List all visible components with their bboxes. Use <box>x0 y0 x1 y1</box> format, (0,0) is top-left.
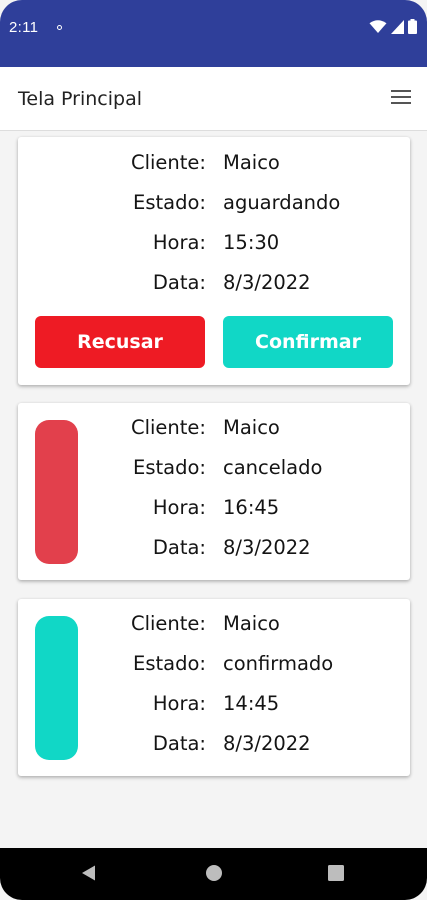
hora-value: 16:45 <box>223 496 280 519</box>
page-title: Tela Principal <box>18 88 142 110</box>
app-bar: Tela Principal <box>0 67 427 131</box>
hora-label: Hora: <box>152 496 206 519</box>
data-value: 8/3/2022 <box>223 271 311 294</box>
hora-row: Hora: 14:45 <box>18 692 410 722</box>
cliente-value: Maico <box>223 151 280 174</box>
hora-label: Hora: <box>152 231 206 254</box>
data-value: 8/3/2022 <box>223 536 311 559</box>
hora-value: 14:45 <box>223 692 280 715</box>
hora-label: Hora: <box>152 692 206 715</box>
wifi-icon <box>369 19 387 33</box>
hamburger-menu-icon[interactable] <box>391 89 411 105</box>
refuse-button[interactable]: Recusar <box>35 316 205 368</box>
cliente-label: Cliente: <box>130 416 206 439</box>
confirm-button[interactable]: Confirmar <box>223 316 393 368</box>
estado-row: Estado: confirmado <box>18 652 410 682</box>
estado-label: Estado: <box>133 191 206 214</box>
status-bar: 2:11 <box>0 0 427 67</box>
cliente-value: Maico <box>223 416 280 439</box>
cellular-signal-icon <box>391 19 404 34</box>
data-value: 8/3/2022 <box>223 732 311 755</box>
status-icons <box>369 19 417 34</box>
estado-row: Estado: aguardando <box>18 191 410 221</box>
navigation-bar <box>0 848 427 900</box>
hora-row: Hora: 15:30 <box>18 231 410 261</box>
hora-row: Hora: 16:45 <box>18 496 410 526</box>
cliente-row: Cliente: Maico <box>18 151 410 181</box>
data-row: Data: 8/3/2022 <box>18 271 410 301</box>
notification-dot-icon <box>57 25 62 30</box>
appointment-card-confirmed: Cliente: Maico Estado: confirmado Hora: … <box>18 599 410 776</box>
recents-icon[interactable] <box>327 864 345 882</box>
data-label: Data: <box>152 732 206 755</box>
data-label: Data: <box>152 536 206 559</box>
cliente-row: Cliente: Maico <box>18 612 410 642</box>
cliente-label: Cliente: <box>130 151 206 174</box>
back-icon[interactable] <box>80 864 98 882</box>
estado-value: cancelado <box>223 456 323 479</box>
appointment-card-cancelled: Cliente: Maico Estado: cancelado Hora: 1… <box>18 403 410 580</box>
estado-row: Estado: cancelado <box>18 456 410 486</box>
status-time: 2:11 <box>9 19 39 36</box>
appointment-card-pending: Cliente: Maico Estado: aguardando Hora: … <box>18 137 410 385</box>
data-row: Data: 8/3/2022 <box>18 732 410 762</box>
home-icon[interactable] <box>205 864 223 882</box>
estado-value: confirmado <box>223 652 334 675</box>
estado-value: aguardando <box>223 191 341 214</box>
cliente-value: Maico <box>223 612 280 635</box>
hora-value: 15:30 <box>223 231 280 254</box>
cliente-label: Cliente: <box>130 612 206 635</box>
estado-label: Estado: <box>133 456 206 479</box>
data-label: Data: <box>152 271 206 294</box>
estado-label: Estado: <box>133 652 206 675</box>
battery-icon <box>408 19 417 34</box>
data-row: Data: 8/3/2022 <box>18 536 410 566</box>
cliente-row: Cliente: Maico <box>18 416 410 446</box>
